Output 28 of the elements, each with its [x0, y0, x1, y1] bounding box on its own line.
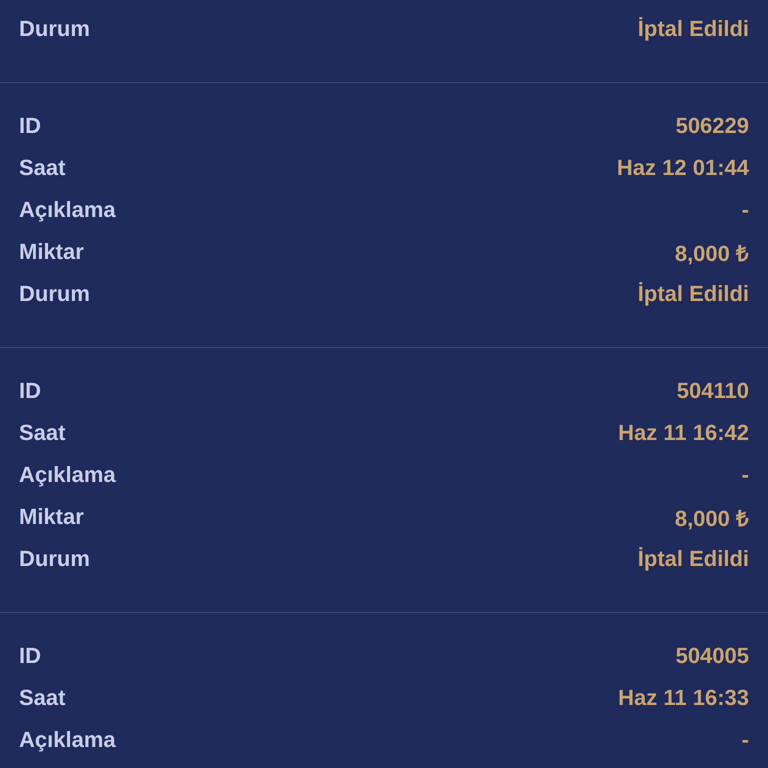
- field-value: 504005: [676, 643, 749, 669]
- field-value: İptal Edildi: [638, 281, 749, 307]
- field-value: 504110: [676, 378, 749, 404]
- field-label: Durum: [19, 16, 90, 42]
- field-value: İptal Edildi: [638, 546, 749, 572]
- field-value: Haz 11 16:42: [618, 420, 749, 446]
- field-label: ID: [19, 378, 41, 404]
- field-value: -: [742, 197, 749, 223]
- field-label: ID: [19, 643, 41, 669]
- field-value: -: [742, 727, 749, 753]
- field-label: ID: [19, 113, 41, 139]
- field-value: 506229: [676, 113, 749, 139]
- field-label: Açıklama: [19, 462, 116, 488]
- field-label: Açıklama: [19, 727, 116, 753]
- field-label: Açıklama: [19, 197, 116, 223]
- field-value: İptal Edildi: [638, 16, 749, 42]
- field-label: Miktar: [19, 504, 84, 530]
- field-label: Saat: [19, 420, 66, 446]
- field-value: 8,000 ₺: [674, 505, 749, 532]
- field-value: Haz 11 16:33: [618, 685, 749, 711]
- field-label: Saat: [19, 685, 66, 711]
- field-value: 8,000 ₺: [674, 240, 749, 267]
- field-label: Saat: [19, 155, 66, 181]
- field-label: Durum: [19, 281, 90, 307]
- field-label: Durum: [19, 546, 90, 572]
- field-label: Miktar: [19, 239, 84, 265]
- field-value: -: [742, 462, 749, 488]
- field-value: Haz 12 01:44: [616, 155, 749, 181]
